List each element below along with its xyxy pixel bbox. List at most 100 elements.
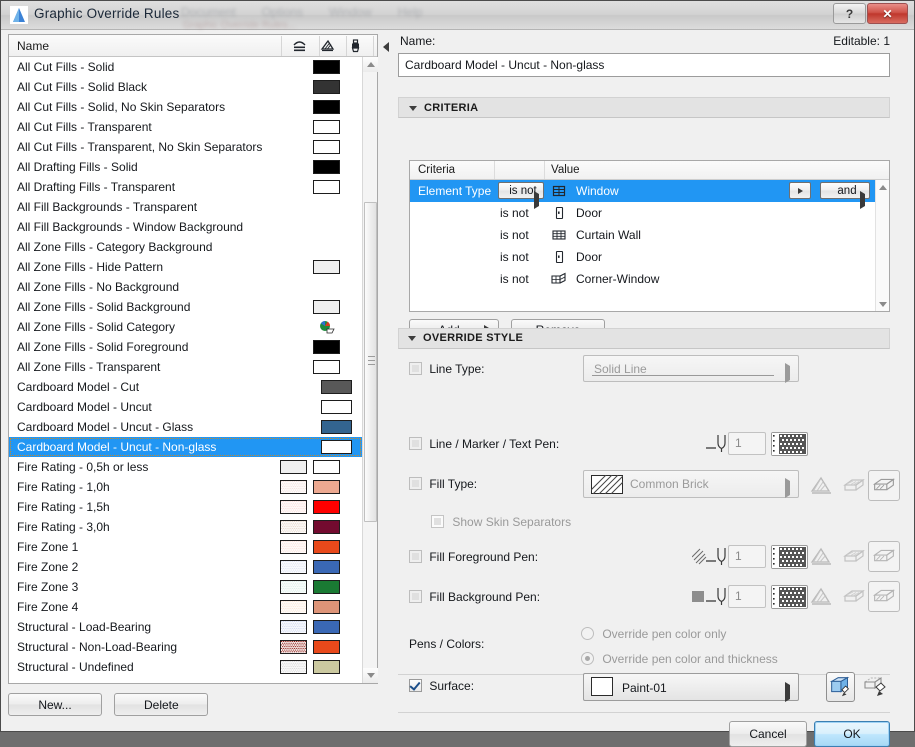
cut-fill-icon[interactable] bbox=[291, 38, 308, 54]
rules-list-item[interactable]: Cardboard Model - Uncut bbox=[9, 397, 362, 417]
zone-category-icon bbox=[313, 320, 340, 334]
criteria-row[interactable]: is not Door bbox=[410, 246, 875, 268]
scroll-down-arrow[interactable] bbox=[363, 668, 378, 683]
bg-drafting-fill-mode-icon[interactable] bbox=[868, 581, 900, 612]
panel-splitter[interactable] bbox=[383, 34, 391, 725]
rules-list-item[interactable]: All Drafting Fills - Solid bbox=[9, 157, 362, 177]
bg-cover-fill-mode-icon[interactable] bbox=[838, 583, 868, 611]
surface-apply-3d-icon[interactable] bbox=[826, 672, 855, 702]
fill-bg-pen-checkbox[interactable] bbox=[409, 590, 422, 603]
fill-type-combo[interactable]: Common Brick bbox=[583, 470, 799, 498]
rules-list-item[interactable]: All Zone Fills - No Background bbox=[9, 277, 362, 297]
criteria-operator-dropdown[interactable]: is not bbox=[498, 182, 544, 209]
collapse-panel-arrow-icon[interactable] bbox=[383, 42, 389, 52]
criteria-scrollbar[interactable] bbox=[875, 180, 889, 311]
fg-cover-fill-mode-icon[interactable] bbox=[838, 543, 868, 571]
criteria-row[interactable]: is not Door bbox=[410, 202, 875, 224]
cancel-button[interactable]: Cancel bbox=[729, 721, 807, 747]
fill-background-pen-nib-icon bbox=[692, 588, 726, 605]
rules-list-item[interactable]: All Cut Fills - Solid bbox=[9, 57, 362, 77]
rules-list-item[interactable]: All Zone Fills - Solid Background bbox=[9, 297, 362, 317]
fill-bg-pen-number[interactable]: 1 bbox=[728, 585, 766, 608]
rules-list-item[interactable]: All Fill Backgrounds - Transparent bbox=[9, 197, 362, 217]
rules-list-item[interactable]: All Cut Fills - Transparent bbox=[9, 117, 362, 137]
line-pen-number[interactable]: 1 bbox=[728, 432, 766, 455]
column-header-name[interactable]: Name bbox=[17, 39, 49, 53]
rules-list-item[interactable]: Cardboard Model - Uncut - Glass bbox=[9, 417, 362, 437]
line-pen-color-swatch[interactable] bbox=[771, 432, 808, 456]
rules-list-item[interactable]: Structural - Non-Load-Bearing bbox=[9, 637, 362, 657]
fg-cut-fill-mode-icon[interactable] bbox=[807, 543, 837, 571]
cut-fill-mode-icon[interactable] bbox=[807, 472, 837, 500]
rules-list-item[interactable]: All Zone Fills - Hide Pattern bbox=[9, 257, 362, 277]
rules-list-item[interactable]: Fire Rating - 0,5h or less bbox=[9, 457, 362, 477]
line-type-checkbox[interactable] bbox=[409, 362, 422, 375]
delete-button[interactable]: Delete bbox=[114, 693, 209, 716]
new-button[interactable]: New... bbox=[8, 693, 102, 716]
rule-name-input[interactable]: Cardboard Model - Uncut - Non-glass bbox=[398, 53, 890, 77]
fill-fg-pen-number[interactable]: 1 bbox=[728, 545, 766, 568]
fill-bg-pen-color-swatch[interactable] bbox=[771, 585, 808, 609]
drafting-fill-mode-icon[interactable] bbox=[868, 470, 900, 501]
criteria-scroll-down-arrow[interactable] bbox=[876, 297, 890, 311]
override-color-only-option[interactable]: Override pen color only bbox=[581, 627, 726, 641]
fill-type-checkbox[interactable] bbox=[409, 477, 422, 490]
criteria-row-list[interactable]: Element Type is not Window and is not Door is … bbox=[410, 180, 875, 311]
criteria-row[interactable]: is not Curtain Wall bbox=[410, 224, 875, 246]
rules-list-item[interactable]: All Zone Fills - Category Background bbox=[9, 237, 362, 257]
rules-list-item[interactable]: All Zone Fills - Transparent bbox=[9, 357, 362, 377]
rules-list-item-selected[interactable]: Cardboard Model - Uncut - Non-glass bbox=[9, 437, 362, 457]
line-type-combo[interactable]: Solid Line bbox=[583, 355, 799, 383]
criteria-section-header[interactable]: CRITERIA bbox=[398, 97, 890, 118]
surface-checkbox[interactable] bbox=[409, 679, 422, 692]
rules-list-item[interactable]: All Cut Fills - Transparent, No Skin Sep… bbox=[9, 137, 362, 157]
rules-list-item[interactable]: Fire Rating - 1,0h bbox=[9, 477, 362, 497]
line-pen-checkbox[interactable] bbox=[409, 437, 422, 450]
close-button[interactable]: ✕ bbox=[867, 3, 908, 24]
help-button[interactable]: ? bbox=[833, 3, 866, 24]
rules-list-item[interactable]: All Cut Fills - Solid Black bbox=[9, 77, 362, 97]
surface-reset-paint-icon[interactable] bbox=[861, 674, 891, 700]
rules-list-body[interactable]: All Cut Fills - Solid All Cut Fills - Sol… bbox=[9, 57, 362, 683]
rules-list-scrollbar[interactable] bbox=[362, 57, 378, 683]
criteria-value-dropdown[interactable] bbox=[789, 182, 811, 199]
rules-list-item[interactable]: All Cut Fills - Solid, No Skin Separator… bbox=[9, 97, 362, 117]
criteria-column-header: Criteria bbox=[418, 164, 456, 176]
rules-list-item[interactable]: Fire Zone 2 bbox=[9, 557, 362, 577]
show-skin-separators-checkbox[interactable] bbox=[431, 515, 444, 528]
criteria-scroll-up-arrow[interactable] bbox=[876, 180, 890, 194]
rules-list-item[interactable]: Fire Zone 3 bbox=[9, 577, 362, 597]
cover-fill-mode-icon[interactable] bbox=[838, 472, 868, 500]
rule-color-swatch bbox=[313, 100, 340, 114]
ok-button[interactable]: OK bbox=[814, 721, 890, 747]
chevron-down-icon[interactable] bbox=[409, 106, 417, 111]
fill-fg-pen-color-swatch[interactable] bbox=[771, 545, 808, 569]
criteria-value-label: Door bbox=[576, 206, 603, 220]
fg-drafting-fill-mode-icon[interactable] bbox=[868, 541, 900, 572]
override-color-thickness-radio[interactable] bbox=[581, 652, 594, 665]
fill-fg-pen-checkbox[interactable] bbox=[409, 550, 422, 563]
rules-list-item[interactable]: Fire Zone 4 bbox=[9, 597, 362, 617]
override-color-thickness-option[interactable]: Override pen color and thickness bbox=[581, 652, 778, 666]
drafting-fill-icon[interactable] bbox=[319, 38, 336, 54]
rules-list-item[interactable]: All Zone Fills - Solid Foreground bbox=[9, 337, 362, 357]
rules-list-item[interactable]: All Fill Backgrounds - Window Background bbox=[9, 217, 362, 237]
criteria-row[interactable]: is not Corner-Window bbox=[410, 268, 875, 290]
scroll-thumb[interactable] bbox=[364, 202, 377, 522]
rules-list-item[interactable]: All Zone Fills - Solid Category bbox=[9, 317, 362, 337]
rules-list-item[interactable]: Fire Zone 1 bbox=[9, 537, 362, 557]
scroll-up-arrow[interactable] bbox=[363, 57, 378, 72]
override-color-only-radio[interactable] bbox=[581, 627, 594, 640]
surface-combo[interactable]: Paint-01 bbox=[583, 673, 799, 702]
rules-list-item[interactable]: All Drafting Fills - Transparent bbox=[9, 177, 362, 197]
criteria-row-selected[interactable]: Element Type is not Window and bbox=[410, 180, 875, 209]
bg-cut-fill-mode-icon[interactable] bbox=[807, 583, 837, 611]
rules-list-item[interactable]: Fire Rating - 3,0h bbox=[9, 517, 362, 537]
criteria-conjunction-dropdown[interactable]: and bbox=[820, 182, 870, 209]
rules-list-item[interactable]: Structural - Undefined bbox=[9, 657, 362, 677]
rules-list-item[interactable]: Structural - Load-Bearing bbox=[9, 617, 362, 637]
rules-list-item[interactable]: Cardboard Model - Cut bbox=[9, 377, 362, 397]
chevron-down-icon-2[interactable] bbox=[408, 336, 416, 341]
rules-list-item[interactable]: Fire Rating - 1,5h bbox=[9, 497, 362, 517]
surface-paint-icon[interactable] bbox=[347, 38, 364, 54]
